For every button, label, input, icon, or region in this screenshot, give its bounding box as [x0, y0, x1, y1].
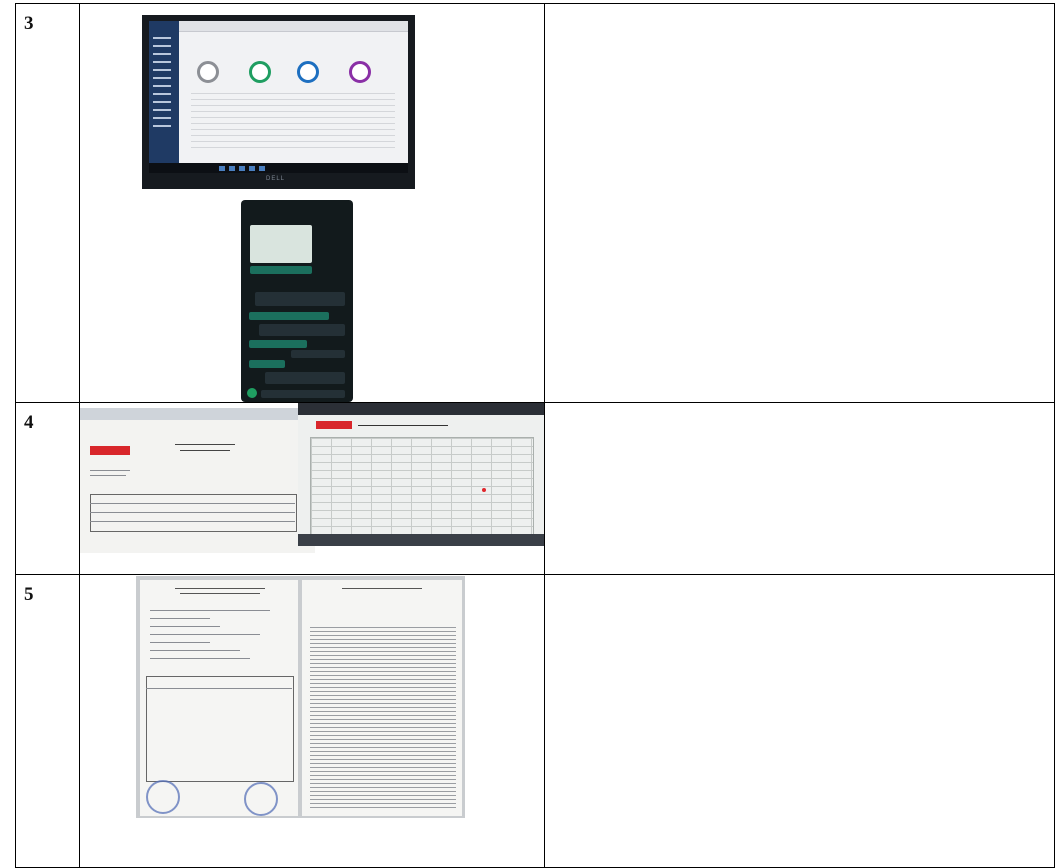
brand-label: DELL [266, 176, 286, 182]
signed-documents-photo [136, 576, 465, 818]
image-cell [79, 574, 545, 868]
empty-cell [544, 402, 1055, 575]
report-table: 3 DELL 4 5 [15, 3, 1055, 868]
empty-cell [544, 574, 1055, 868]
table-row: 4 [15, 402, 1055, 575]
row-number-cell: 4 [15, 402, 80, 575]
row-number: 3 [24, 13, 34, 34]
image-cell [79, 402, 545, 575]
row-number-cell: 3 [15, 3, 80, 403]
laptop-screen-photo: DELL [142, 15, 415, 189]
table-row: 5 [15, 574, 1055, 868]
image-cell: DELL [79, 3, 545, 403]
row-number: 5 [24, 584, 34, 605]
phone-chat-photo [241, 200, 353, 402]
empty-cell [544, 3, 1055, 403]
printed-report-photo [80, 408, 315, 553]
table-row: 3 DELL [15, 3, 1055, 403]
row-number-cell: 5 [15, 574, 80, 868]
row-number: 4 [24, 412, 34, 433]
spreadsheet-screen-photo [298, 403, 544, 546]
